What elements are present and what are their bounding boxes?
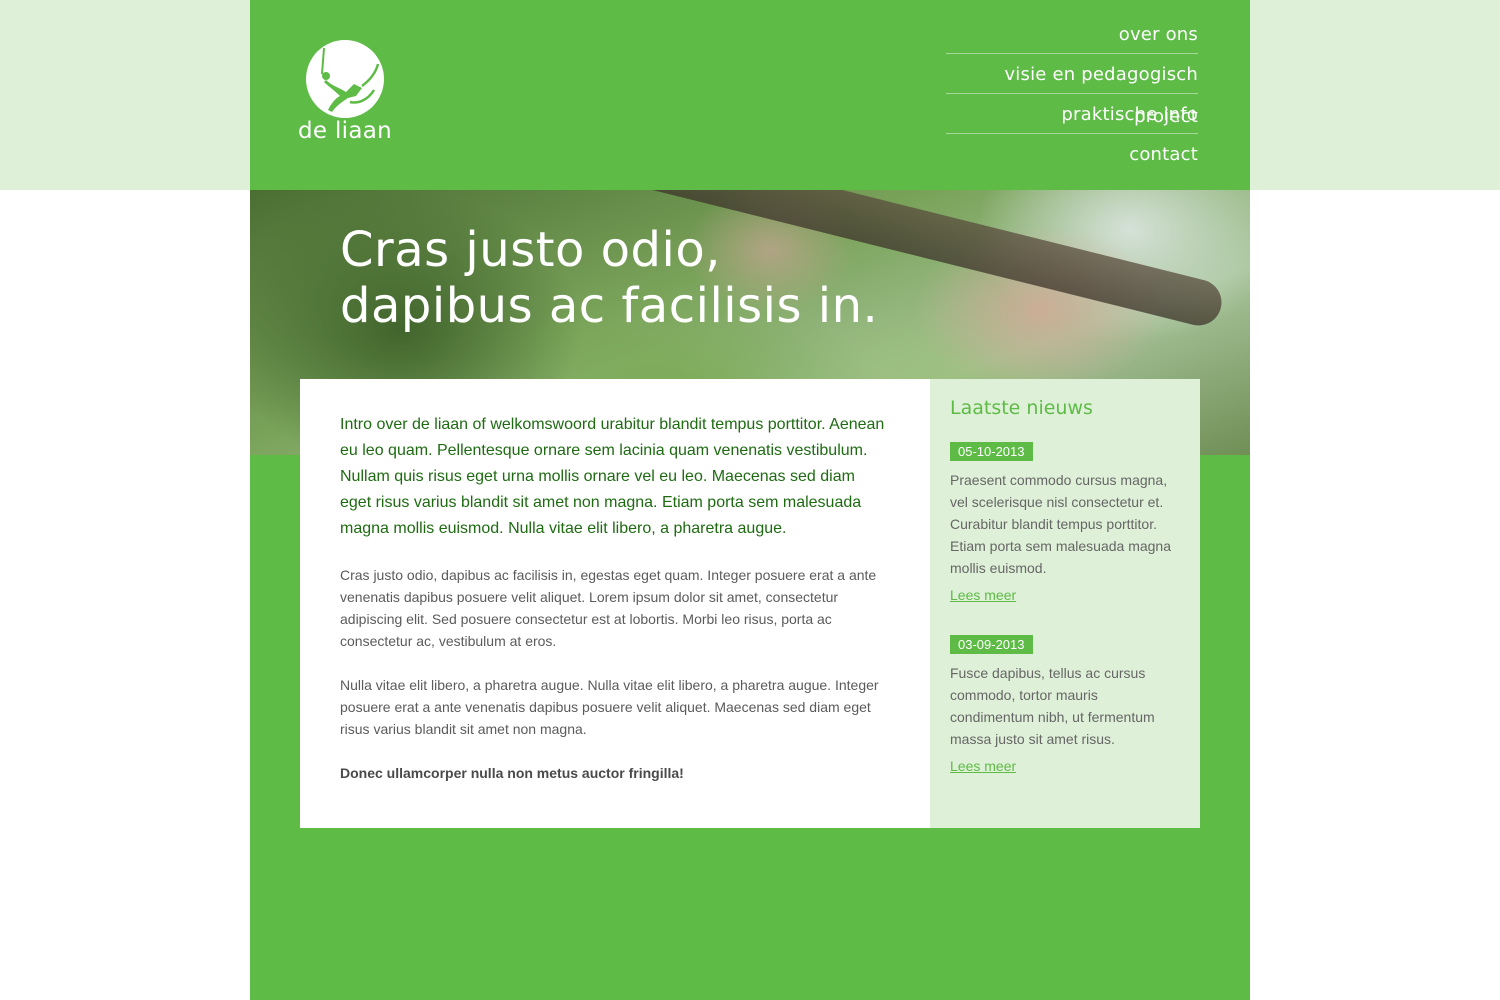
news-sidebar: Laatste nieuws 05-10-2013 Praesent commo… <box>930 379 1200 828</box>
body-paragraph: Cras justo odio, dapibus ac facilisis in… <box>340 567 877 649</box>
read-more-link[interactable]: Lees meer <box>950 758 1016 774</box>
sidebar-title: Laatste nieuws <box>950 397 1093 419</box>
logo-link[interactable]: de liaan <box>298 40 392 150</box>
hero-title-line-1: Cras justo odio, <box>340 222 721 278</box>
nav-item-contact: contact <box>946 134 1198 173</box>
hero-title: Cras justo odio, dapibus ac facilisis in… <box>340 222 878 334</box>
page-wrapper: de liaan over ons visie en pedagogisch p… <box>250 0 1250 1000</box>
nav-link-praktische-info[interactable]: praktische info <box>1061 104 1198 125</box>
news-text: Praesent commodo cursus magna, vel scele… <box>950 472 1171 576</box>
news-item: 05-10-2013 Praesent commodo cursus magna… <box>950 441 1180 604</box>
news-date-badge: 03-09-2013 <box>950 635 1033 654</box>
logo-text: de liaan <box>298 118 393 144</box>
hero-title-line-2: dapibus ac facilisis in. <box>340 278 879 334</box>
climber-in-circle-icon <box>306 40 384 118</box>
main-content: Intro over de liaan of welkomswoord urab… <box>300 379 930 828</box>
news-date-badge: 05-10-2013 <box>950 442 1033 461</box>
nav-item-praktische-info: praktische info <box>946 94 1198 134</box>
intro-text: Intro over de liaan of welkomswoord urab… <box>340 416 885 537</box>
nav-item-visie: visie en pedagogisch project <box>946 54 1198 127</box>
nav-link-contact[interactable]: contact <box>1129 144 1198 165</box>
site-header: de liaan over ons visie en pedagogisch p… <box>250 0 1250 190</box>
nav-item-over-ons: over ons <box>946 14 1198 54</box>
body-paragraph: Nulla vitae elit libero, a pharetra augu… <box>340 677 879 737</box>
nav-link-over-ons[interactable]: over ons <box>1119 24 1198 45</box>
news-text: Fusce dapibus, tellus ac cursus commodo,… <box>950 665 1155 747</box>
main-nav: over ons visie en pedagogisch project pr… <box>946 14 1198 173</box>
body-paragraph-bold: Donec ullamcorper nulla non metus auctor… <box>340 765 684 781</box>
read-more-link[interactable]: Lees meer <box>950 587 1016 603</box>
news-item: 03-09-2013 Fusce dapibus, tellus ac curs… <box>950 634 1180 775</box>
